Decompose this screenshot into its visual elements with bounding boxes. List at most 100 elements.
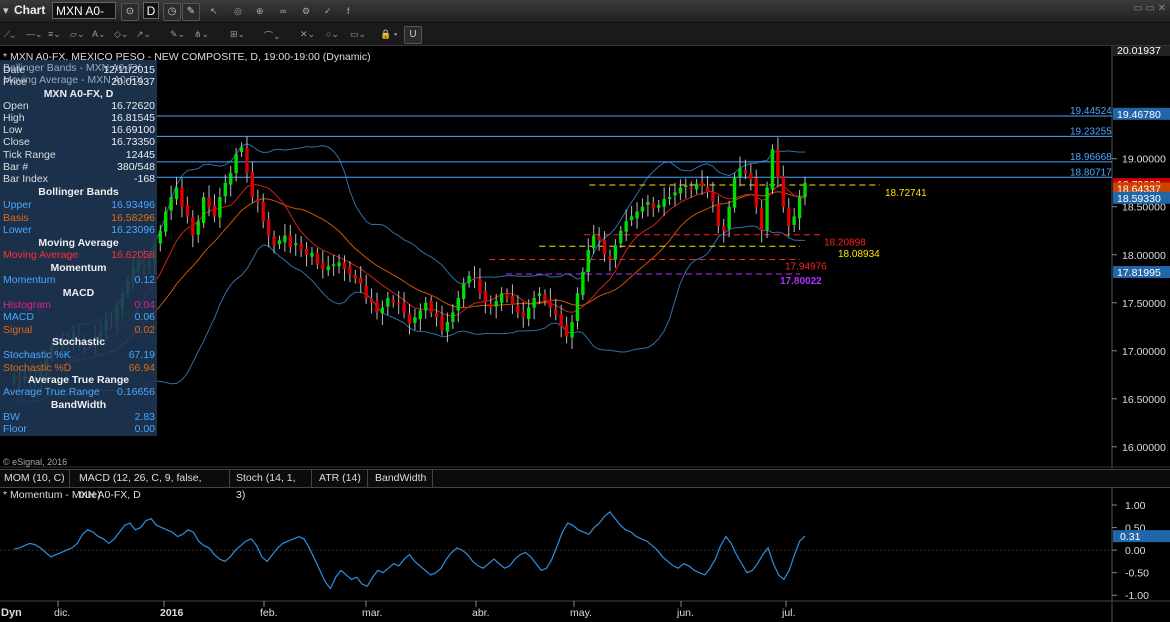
momentum-tick-label: -0.50: [1125, 568, 1149, 580]
twitter-icon[interactable]: ✓: [324, 6, 332, 17]
momentum-title: * Momentum - MXN A0-FX, D: [3, 489, 141, 501]
tab-bandwidth[interactable]: BandWidth: [371, 470, 433, 487]
clock-icon[interactable]: ◷: [163, 3, 181, 21]
dynamic-label[interactable]: Dyn: [1, 607, 22, 619]
candle-body: [738, 168, 742, 177]
price-tick-label: 18.00000: [1122, 250, 1166, 262]
measure-tool-icon[interactable]: ⊞⌄: [230, 29, 245, 40]
candle-body: [158, 230, 162, 244]
draw-tool-icon[interactable]: ✎: [182, 3, 200, 21]
candle-body: [478, 278, 482, 294]
line-tool-icon[interactable]: ⟋⌄: [4, 29, 15, 40]
symbol-input[interactable]: MXN A0-FX: [52, 2, 116, 35]
level-label: 18.72741: [885, 188, 927, 199]
facebook-icon[interactable]: f: [347, 6, 350, 16]
cursor-icon[interactable]: ↖: [210, 6, 218, 17]
ma-header: Moving Average: [38, 237, 119, 249]
save-icon[interactable]: ▪: [394, 29, 397, 39]
shape-tool-icon[interactable]: ◇⌄: [114, 29, 128, 40]
low-value: 16.69100: [111, 124, 155, 136]
link-icon[interactable]: ⊙: [121, 3, 139, 21]
cursor-info-panel: Bollinger Bands - MXN A0-FX Moving Avera…: [0, 60, 157, 436]
bb-lower-label: Lower: [3, 224, 32, 236]
atr-value: 0.16656: [117, 386, 155, 398]
candle-body: [304, 248, 309, 255]
candle-body: [564, 324, 569, 337]
bb-basis-label: Basis: [3, 212, 29, 224]
candle-body: [602, 239, 607, 255]
pencil-tool-icon[interactable]: ✎⌄: [170, 29, 185, 40]
candle-body: [223, 182, 227, 197]
chart-canvas[interactable]: 16.00000 16.50000 17.00000 17.50000 18.00000…: [0, 46, 1170, 622]
candle-body: [283, 235, 287, 243]
close-value: 16.73350: [111, 136, 155, 148]
candle-body: [337, 262, 341, 267]
tab-macd[interactable]: MACD (12, 26, C, 9, false, true): [75, 470, 230, 501]
candle-body: [375, 300, 379, 313]
lock-icon[interactable]: 🔒: [380, 29, 391, 40]
candle-body: [239, 147, 244, 153]
bb-upper-row: Upper 16.93496: [3, 199, 155, 211]
price-tag-label: 17.81995: [1117, 267, 1161, 279]
candle-body: [700, 181, 704, 186]
text-tool-icon[interactable]: A⌄: [92, 29, 106, 40]
open-value: 16.72620: [111, 100, 155, 112]
momentum-tick-label: 1.00: [1125, 500, 1146, 512]
candle-body: [207, 197, 211, 207]
app-title: Chart: [14, 3, 46, 17]
zoom-icon[interactable]: ◎: [234, 6, 242, 17]
arrow-tool-icon[interactable]: ↗⌄: [136, 29, 151, 40]
channel-tool-icon[interactable]: ▱⌄: [70, 29, 84, 40]
date-value: 12/11/2015: [103, 64, 155, 76]
candle-body: [413, 317, 417, 323]
candle-body: [694, 183, 699, 190]
signal-row: Signal 0.02: [3, 324, 155, 336]
stoch-k-value: 67.19: [128, 349, 155, 361]
momentum-header: Momentum: [50, 262, 107, 274]
candle-body: [586, 249, 590, 273]
interval-input[interactable]: D: [143, 2, 159, 19]
level-label: 18.96668: [1070, 152, 1112, 163]
candle-body: [749, 173, 753, 180]
link-chain-icon[interactable]: ∞: [280, 6, 286, 16]
level-label: 17.80022: [780, 276, 822, 287]
hline-tool-icon[interactable]: —⌄: [26, 29, 43, 40]
candle-body: [321, 262, 325, 270]
underline-icon[interactable]: U: [404, 26, 422, 44]
tab-stoch[interactable]: Stoch (14, 1, 3): [232, 470, 312, 501]
candle-body: [169, 197, 173, 211]
symbol-header: MXN A0-FX, D: [43, 88, 114, 100]
momentum-tick-label: 0.00: [1125, 545, 1146, 557]
fib-tool-icon[interactable]: ≡⌄: [48, 29, 61, 40]
candle-body: [624, 221, 628, 232]
settings-icon[interactable]: ⚙: [302, 6, 310, 17]
bb-upper-value: 16.93496: [111, 199, 155, 211]
candle-body: [527, 307, 531, 320]
ma-label: Moving Average: [3, 249, 79, 261]
candle-body: [684, 185, 688, 188]
candle-body: [657, 204, 661, 208]
candle-body: [445, 321, 450, 332]
ma-row: Moving Average 16.62058: [3, 249, 155, 261]
price-tick-label: 16.50000: [1122, 394, 1166, 406]
tab-atr[interactable]: ATR (14): [315, 470, 368, 487]
tab-mom[interactable]: MOM (10, C): [0, 470, 70, 487]
candle-body: [543, 294, 547, 301]
candle-body: [407, 313, 412, 324]
cycle-tool-icon[interactable]: ⌒⌄: [264, 29, 281, 42]
gann-tool-icon[interactable]: ✕⌄: [300, 29, 315, 40]
candle-body: [505, 293, 509, 298]
chart-menu-icon[interactable]: ▾: [3, 4, 9, 17]
time-tick-label: dic.: [54, 607, 70, 619]
open-label: Open: [3, 100, 29, 112]
crosshair-icon[interactable]: ⊕: [256, 6, 264, 17]
histogram-label: Histogram: [3, 299, 51, 311]
candle-body: [554, 309, 558, 315]
window-controls[interactable]: ▭ ▭ ✕: [1133, 3, 1166, 14]
candle-body: [662, 199, 666, 207]
ellipse-tool-icon[interactable]: ○⌄: [326, 29, 339, 40]
rect-tool-icon[interactable]: ▭⌄: [350, 29, 366, 40]
pitchfork-tool-icon[interactable]: ⋔⌄: [194, 29, 209, 40]
histogram-row: Histogram 0.04: [3, 299, 155, 311]
candle-body: [461, 283, 466, 299]
